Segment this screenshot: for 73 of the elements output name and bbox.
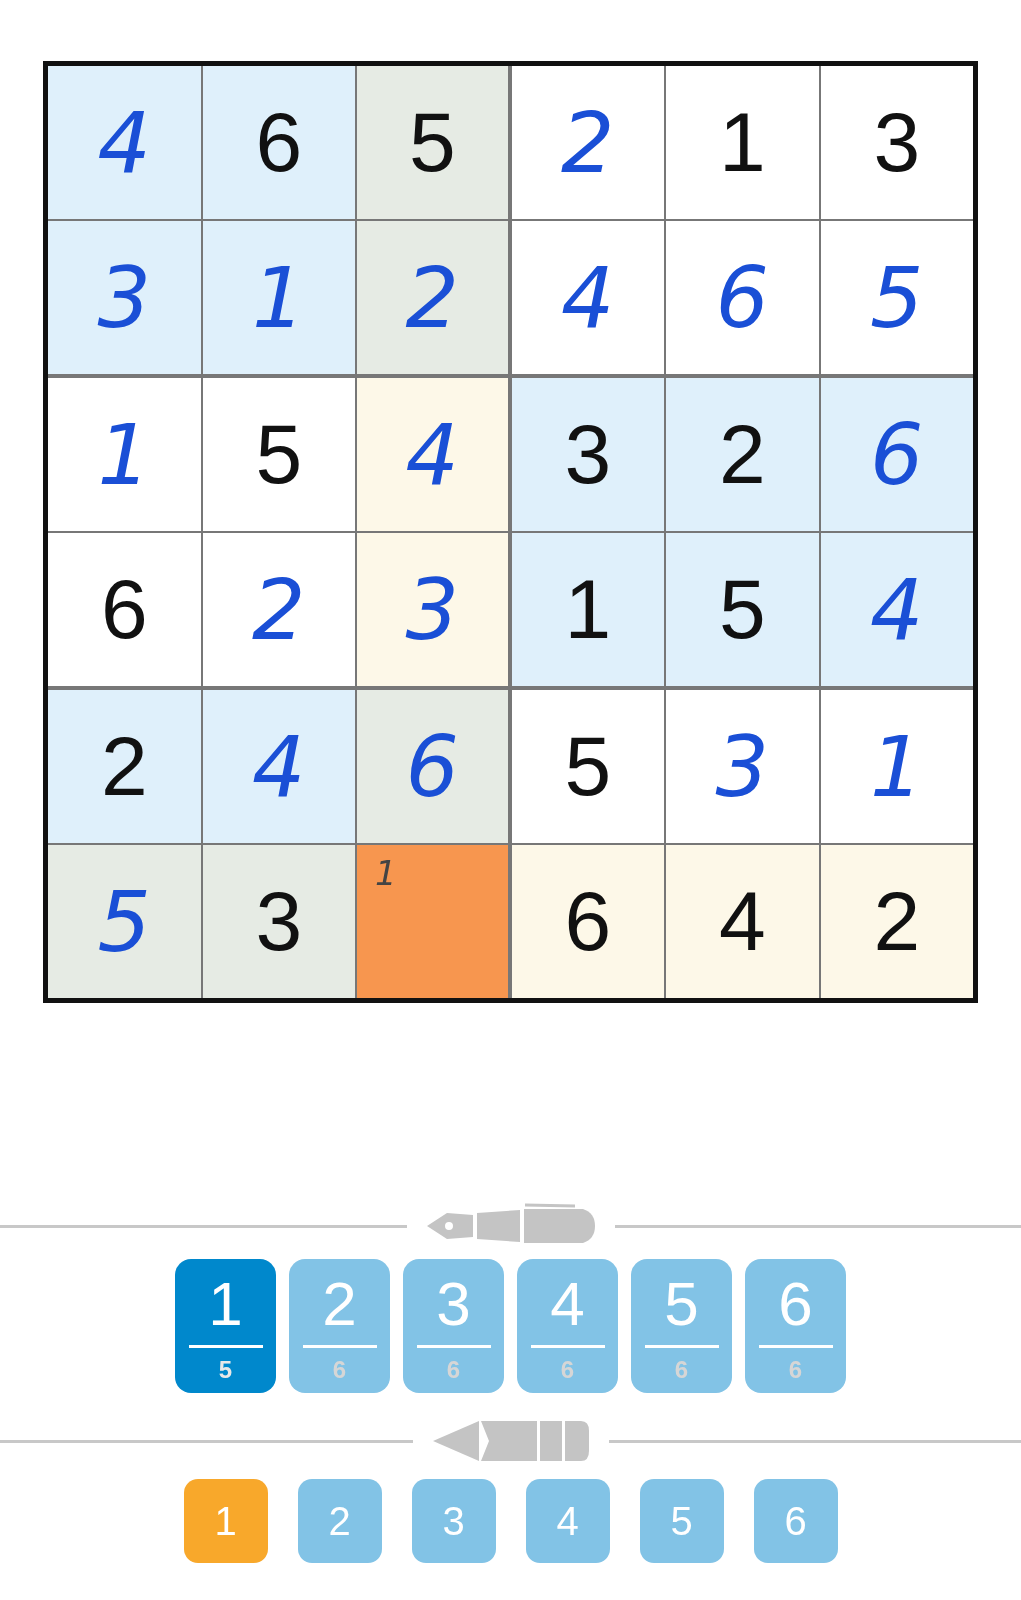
grid-cell[interactable]: 5 bbox=[511, 690, 664, 843]
grid-cell[interactable]: 2 bbox=[357, 221, 508, 374]
given-digit: 2 bbox=[100, 718, 148, 815]
entered-digit: 4 bbox=[561, 248, 615, 347]
given-digit: 1 bbox=[718, 94, 766, 191]
grid-cell[interactable]: 1 bbox=[820, 690, 973, 843]
entered-digit: 4 bbox=[252, 717, 306, 816]
grid-cell[interactable]: 6 bbox=[48, 533, 201, 686]
pencil-note: 1 bbox=[375, 853, 397, 893]
entered-digit: 1 bbox=[252, 248, 306, 347]
given-digit: 6 bbox=[564, 873, 612, 970]
grid-cell[interactable]: 4 bbox=[48, 66, 201, 219]
grid-cell[interactable]: 1 bbox=[357, 845, 508, 998]
entered-digit: 5 bbox=[870, 248, 924, 347]
entered-digit: 6 bbox=[715, 248, 769, 347]
entered-digit: 1 bbox=[870, 717, 924, 816]
grid-cell[interactable]: 4 bbox=[666, 845, 819, 998]
given-digit: 2 bbox=[873, 873, 921, 970]
grid-cell[interactable]: 1 bbox=[511, 533, 664, 686]
grid-cell[interactable]: 2 bbox=[48, 690, 201, 843]
given-digit: 4 bbox=[718, 873, 766, 970]
pen-digit-button[interactable]: 1 5 bbox=[175, 1259, 276, 1393]
entered-digit: 4 bbox=[97, 93, 151, 192]
entered-digit: 4 bbox=[870, 560, 924, 659]
grid-cell[interactable]: 3 bbox=[357, 533, 508, 686]
given-digit: 5 bbox=[408, 94, 456, 191]
grid-cell[interactable]: 2 bbox=[202, 533, 355, 686]
grid-cell[interactable]: 3 bbox=[820, 66, 973, 219]
grid-cell[interactable]: 2 bbox=[511, 66, 664, 219]
given-digit: 1 bbox=[564, 561, 612, 658]
grid-cell[interactable]: 6 bbox=[666, 221, 819, 374]
grid-cell[interactable]: 6 bbox=[202, 66, 355, 219]
entered-digit: 3 bbox=[405, 560, 459, 659]
grid-cell[interactable]: 4 bbox=[511, 221, 664, 374]
given-digit: 5 bbox=[564, 718, 612, 815]
given-digit: 2 bbox=[718, 406, 766, 503]
grid-cell[interactable]: 4 bbox=[357, 378, 508, 531]
given-digit: 3 bbox=[873, 94, 921, 191]
entered-digit: 2 bbox=[561, 93, 615, 192]
given-digit: 3 bbox=[564, 406, 612, 503]
grid-cell[interactable]: 1 bbox=[48, 378, 201, 531]
grid-cell[interactable]: 3 bbox=[511, 378, 664, 531]
grid-cell[interactable]: 3 bbox=[48, 221, 201, 374]
grid-cell[interactable]: 5 bbox=[357, 66, 508, 219]
grid-cell[interactable]: 2 bbox=[666, 378, 819, 531]
grid-cell[interactable]: 5 bbox=[820, 221, 973, 374]
entered-digit: 3 bbox=[97, 248, 151, 347]
entered-digit: 1 bbox=[97, 405, 151, 504]
grid-cell[interactable]: 6 bbox=[357, 690, 508, 843]
entered-digit: 2 bbox=[405, 248, 459, 347]
grid-cell[interactable]: 3 bbox=[202, 845, 355, 998]
grid-cell[interactable]: 5 bbox=[202, 378, 355, 531]
given-digit: 5 bbox=[255, 406, 303, 503]
grid-cell[interactable]: 1 bbox=[202, 221, 355, 374]
grid-cell[interactable]: 6 bbox=[820, 378, 973, 531]
grid-cell[interactable]: 1 bbox=[666, 66, 819, 219]
given-digit: 3 bbox=[255, 873, 303, 970]
grid-cell[interactable]: 5 bbox=[666, 533, 819, 686]
grid-cell[interactable]: 6 bbox=[511, 845, 664, 998]
grid-cell[interactable]: 3 bbox=[666, 690, 819, 843]
entered-digit: 3 bbox=[715, 717, 769, 816]
given-digit: 5 bbox=[718, 561, 766, 658]
grid-cell[interactable]: 2 bbox=[820, 845, 973, 998]
entered-digit: 6 bbox=[870, 405, 924, 504]
entered-digit: 6 bbox=[405, 717, 459, 816]
entered-digit: 5 bbox=[97, 872, 151, 971]
entered-digit: 2 bbox=[252, 560, 306, 659]
grid-cell[interactable]: 5 bbox=[48, 845, 201, 998]
grid-cell[interactable]: 4 bbox=[820, 533, 973, 686]
entered-digit: 4 bbox=[405, 405, 459, 504]
given-digit: 6 bbox=[255, 94, 303, 191]
grid-cell[interactable]: 4 bbox=[202, 690, 355, 843]
given-digit: 6 bbox=[100, 561, 148, 658]
